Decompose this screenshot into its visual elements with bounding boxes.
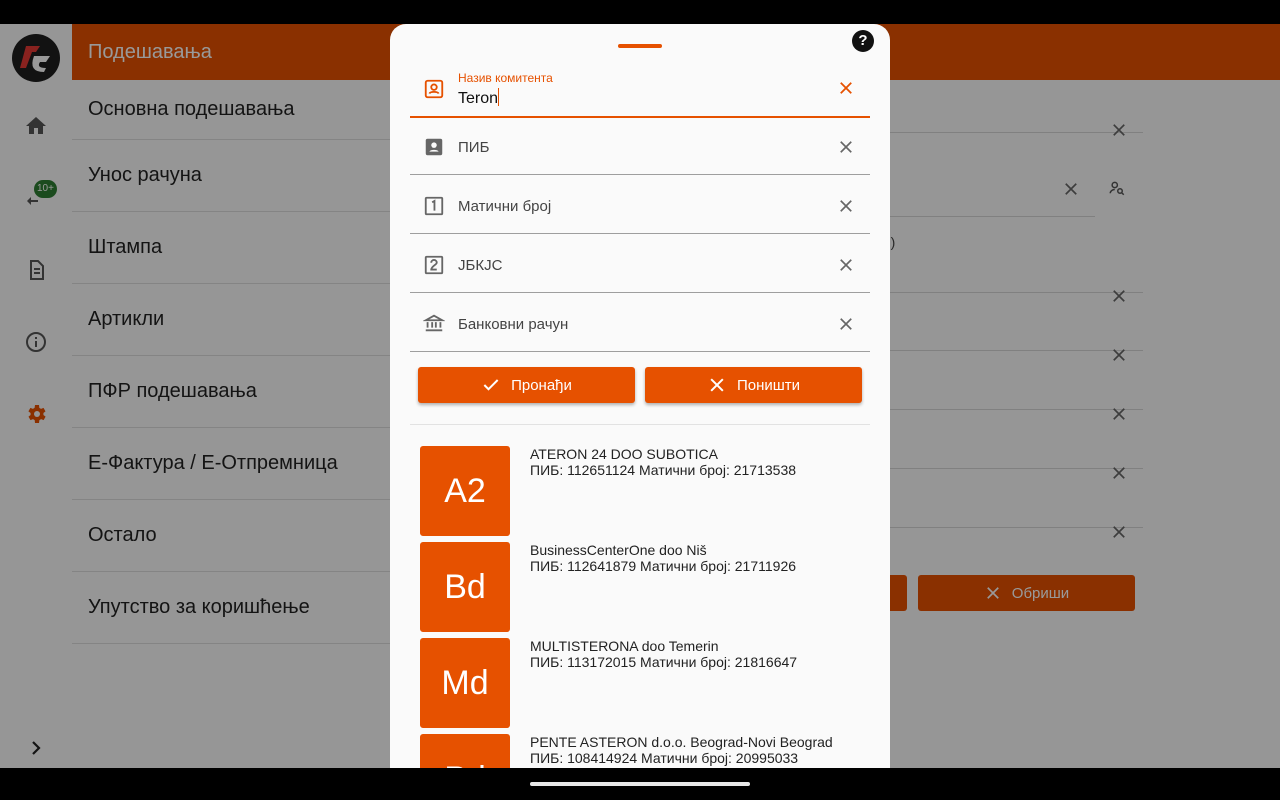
list-item[interactable]: A2 ATERON 24 DOO SUBOTICA ПИБ: 112651124…	[420, 446, 860, 536]
customer-search-sheet: ? Назив комитента Teron ПИБ Матични број…	[390, 24, 890, 768]
find-button[interactable]: Пронађи	[418, 367, 635, 403]
result-name: BusinessCenterOne doo Niš	[530, 542, 707, 558]
result-name: ATERON 24 DOO SUBOTICA	[530, 446, 718, 462]
pib-label: ПИБ	[458, 139, 490, 156]
list-item[interactable]: Pd PENTE ASTERON d.o.o. Beograd-Novi Beo…	[420, 734, 860, 768]
sheet-drag-handle[interactable]	[618, 44, 662, 48]
jbkjs-label: ЈБКЈС	[458, 257, 503, 274]
result-meta: ПИБ: 112651124 Матични број: 21713538	[530, 462, 797, 478]
result-name: MULTISTERONA doo Temerin	[530, 638, 719, 654]
result-meta: ПИБ: 113172015 Матични број: 21816647	[530, 654, 798, 670]
avatar: Bd	[420, 542, 510, 632]
result-name: PENTE ASTERON d.o.o. Beograd-Novi Beogra…	[530, 734, 833, 750]
clear-pib-icon[interactable]	[837, 138, 855, 156]
customer-name-label: Назив комитента	[458, 71, 553, 85]
avatar: A2	[420, 446, 510, 536]
help-icon[interactable]: ?	[852, 30, 874, 52]
app-window: 10+ Подешавања Основна подешавања Унос р…	[0, 24, 1280, 768]
number-two-box-icon	[423, 254, 445, 276]
clear-jbkjs-icon[interactable]	[837, 256, 855, 274]
bank-account-label: Банковни рачун	[458, 316, 569, 333]
contact-card-icon	[423, 78, 445, 100]
clear-name-icon[interactable]	[837, 79, 855, 97]
results-divider	[410, 424, 870, 425]
pib-field[interactable]: ПИБ	[410, 117, 870, 175]
customer-name-value: Teron	[458, 90, 499, 107]
contact-card-filled-icon	[423, 136, 445, 158]
gesture-handle[interactable]	[530, 782, 750, 786]
cancel-label: Поништи	[736, 376, 801, 394]
text-cursor	[498, 88, 500, 106]
registration-number-label: Матични број	[458, 198, 552, 215]
clear-registration-icon[interactable]	[837, 197, 855, 215]
cancel-button[interactable]: Поништи	[645, 367, 862, 403]
bank-account-field[interactable]: Банковни рачун	[410, 294, 870, 352]
status-bar	[0, 0, 1280, 24]
avatar: Pd	[420, 734, 510, 768]
result-meta: ПИБ: 108414924 Матични број: 20995033	[530, 750, 799, 766]
list-item[interactable]: Bd BusinessCenterOne doo Niš ПИБ: 112641…	[420, 542, 860, 632]
close-icon	[710, 378, 724, 392]
customer-name-field[interactable]: Назив комитента Teron	[410, 60, 870, 118]
check-icon	[483, 379, 499, 391]
registration-number-field[interactable]: Матични број	[410, 176, 870, 234]
clear-bank-icon[interactable]	[837, 315, 855, 333]
result-meta: ПИБ: 112641879 Матични број: 21711926	[530, 558, 797, 574]
find-label: Пронађи	[511, 376, 572, 394]
customer-name-input[interactable]: Teron	[458, 88, 500, 108]
avatar: Md	[420, 638, 510, 728]
number-one-box-icon	[423, 195, 445, 217]
list-item[interactable]: Md MULTISTERONA doo Temerin ПИБ: 1131720…	[420, 638, 860, 728]
bank-icon	[423, 312, 445, 334]
jbkjs-field[interactable]: ЈБКЈС	[410, 235, 870, 293]
